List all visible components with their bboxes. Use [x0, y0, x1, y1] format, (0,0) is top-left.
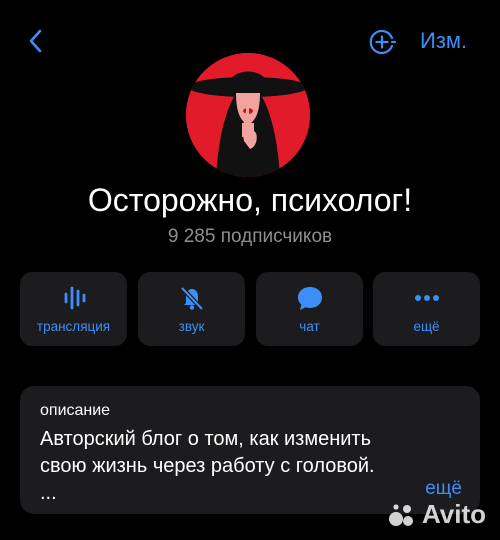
more-dots-icon — [414, 295, 439, 301]
more-button[interactable]: ещё — [373, 272, 480, 346]
chevron-left-icon — [29, 29, 42, 53]
voice-chat-icon — [64, 286, 85, 310]
add-button[interactable] — [368, 28, 397, 56]
description-label: описание — [40, 402, 111, 419]
voice-chat-button[interactable]: трансляция — [20, 272, 127, 346]
chat-bubble-icon — [297, 287, 322, 310]
channel-title: Осторожно, психолог! — [87, 182, 413, 218]
channel-avatar[interactable] — [186, 53, 310, 177]
back-button[interactable] — [26, 28, 46, 54]
edit-button[interactable]: Изм. — [420, 28, 467, 54]
sound-label: звук — [178, 319, 205, 334]
description-text: Авторский блог о том, как изменить свою … — [40, 426, 460, 507]
subscriber-count: 9 285 подписчиков — [167, 226, 333, 247]
sound-button[interactable]: звук — [138, 272, 245, 346]
woman-hat-illustration — [186, 53, 310, 177]
chat-label: чат — [299, 319, 320, 334]
avito-watermark: Avito — [386, 499, 486, 530]
description-more-link[interactable]: ещё — [425, 478, 462, 500]
description-line: Авторский блог о том, как изменить — [40, 428, 372, 450]
more-label: ещё — [413, 319, 440, 334]
avito-logo-icon — [388, 503, 413, 526]
add-circle-icon — [369, 29, 397, 55]
voice-chat-label: трансляция — [36, 319, 111, 334]
action-bar: трансляция звук чат ещё — [20, 272, 480, 346]
watermark-text: Avito — [421, 499, 486, 529]
bell-muted-icon — [179, 286, 204, 311]
description-card: описание Авторский блог о том, как измен… — [20, 386, 480, 514]
description-line: свою жизнь через работу с головой. — [40, 455, 375, 477]
chat-button[interactable]: чат — [256, 272, 363, 346]
